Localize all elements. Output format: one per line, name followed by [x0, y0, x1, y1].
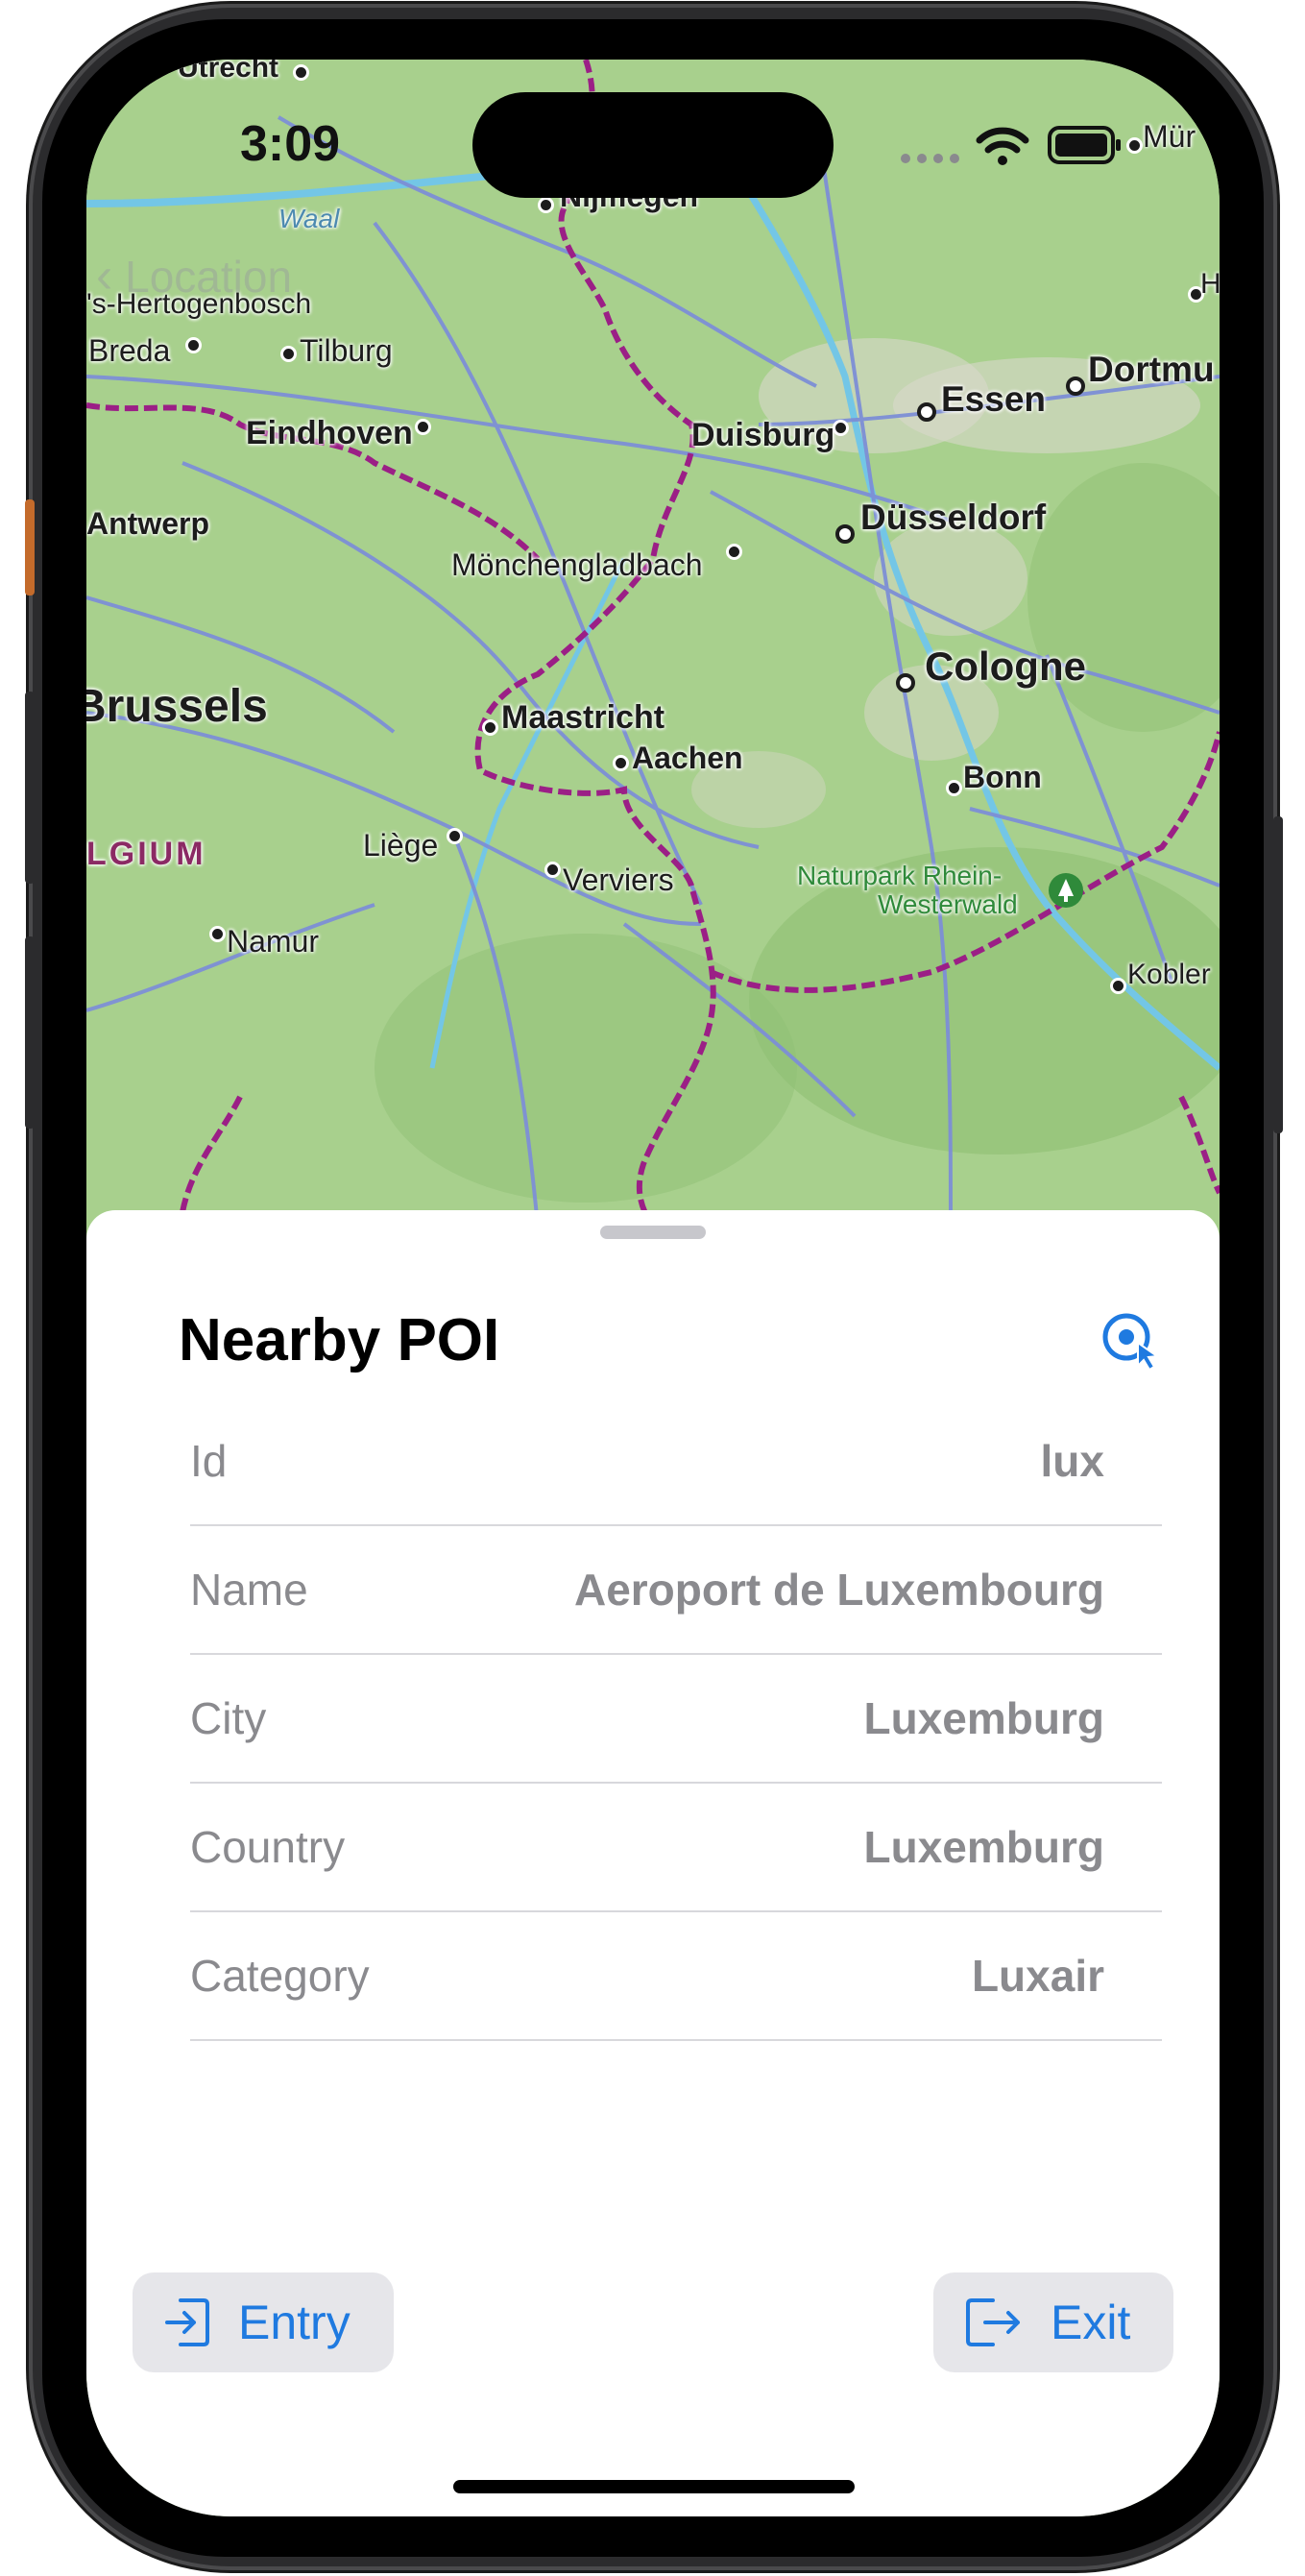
map-label: Kobler [1127, 959, 1211, 990]
poi-details-list: Id lux Name Aeroport de Luxembourg City … [190, 1397, 1162, 2041]
side-button [1273, 816, 1283, 1133]
bottom-sheet: Nearby POI Id lux Name Aeroport de Luxem… [86, 1210, 1220, 2516]
city-dot [544, 862, 561, 878]
city-dot [415, 419, 431, 435]
city-dot [538, 197, 554, 213]
city-dot [613, 755, 629, 771]
map-label: Duisburg [691, 417, 835, 453]
city-dot [293, 64, 309, 81]
map-label: Eindhoven [246, 415, 413, 451]
map-label: Bonn [963, 760, 1042, 794]
map-label: Verviers [563, 863, 674, 897]
map-label: Antwerp [86, 506, 209, 541]
map-label: Brussels [86, 681, 268, 732]
location-tap-icon[interactable] [1100, 1308, 1167, 1375]
map-label: H [1200, 268, 1220, 300]
map-label: Mönchengladbach [451, 547, 703, 582]
map-label: Westerwald [878, 889, 1018, 919]
detail-row-name: Name Aeroport de Luxembourg [190, 1526, 1162, 1655]
detail-row-country: Country Luxemburg [190, 1784, 1162, 1912]
map-label: Liège [363, 828, 439, 863]
map-label: Dortmu [1088, 350, 1215, 389]
city-dot [447, 828, 463, 844]
action-button [25, 499, 35, 595]
row-value: Luxair [971, 1951, 1104, 2001]
city-dot [946, 780, 962, 796]
map-label: Tilburg [300, 333, 393, 368]
map-label: Mür [1143, 119, 1196, 154]
city-dot [185, 337, 202, 353]
map-label: Naturpark Rhein- [797, 861, 1003, 890]
city-dot [482, 719, 498, 736]
screen: Utrecht Nijmegen Waal 's-Hertogenbosch B… [86, 60, 1220, 2516]
entry-button[interactable]: Entry [133, 2272, 394, 2372]
city-dot [209, 926, 226, 942]
map-label: Maastricht [501, 699, 665, 736]
row-label: Category [190, 1951, 370, 2001]
map-label: Namur [227, 924, 320, 959]
back-label: Location [125, 252, 293, 302]
cellular-signal-icon [901, 154, 959, 163]
map-view[interactable]: Utrecht Nijmegen Waal 's-Hertogenbosch B… [86, 60, 1220, 1227]
row-value: lux [1040, 1436, 1104, 1486]
back-button[interactable]: ‹ Location [96, 247, 292, 304]
map-label: Aachen [632, 741, 743, 775]
row-value: Luxemburg [863, 1693, 1104, 1743]
sheet-grabber[interactable] [600, 1226, 706, 1239]
status-time: 3:09 [240, 116, 341, 172]
row-value: Luxemburg [863, 1822, 1104, 1872]
exit-label: Exit [1051, 2296, 1131, 2349]
entry-label: Entry [238, 2296, 350, 2349]
row-label: Name [190, 1565, 308, 1615]
city-ring [1066, 377, 1085, 396]
map-label: Essen [941, 379, 1047, 419]
row-label: Id [190, 1436, 228, 1486]
city-ring [917, 402, 936, 422]
map-label: Utrecht [178, 60, 279, 84]
exit-icon [966, 2298, 1020, 2346]
detail-row-city: City Luxemburg [190, 1655, 1162, 1784]
detail-row-category: Category Luxair [190, 1912, 1162, 2041]
row-label: Country [190, 1822, 346, 1872]
detail-row-id: Id lux [190, 1397, 1162, 1526]
map-label: Breda [88, 333, 171, 368]
city-dot [280, 346, 297, 362]
row-value: Aeroport de Luxembourg [573, 1565, 1104, 1615]
city-ring [835, 524, 855, 544]
volume-down-button [25, 936, 35, 1129]
volume-up-button [25, 692, 35, 884]
city-ring [896, 673, 915, 693]
chevron-left-icon: ‹ [96, 248, 113, 304]
map-label: LGIUM [86, 836, 206, 872]
map-label: Cologne [925, 644, 1086, 689]
city-dot [726, 544, 742, 560]
park-icon [1049, 873, 1083, 908]
city-dot [833, 420, 849, 436]
entry-icon [165, 2298, 209, 2346]
city-dot [1126, 137, 1143, 154]
city-dot [1110, 978, 1126, 994]
home-indicator[interactable] [453, 2480, 855, 2493]
exit-button[interactable]: Exit [933, 2272, 1173, 2372]
sheet-title: Nearby POI [179, 1307, 500, 1373]
wifi-icon [976, 127, 1029, 165]
map-label: Düsseldorf [860, 498, 1047, 537]
dynamic-island [472, 92, 834, 198]
row-label: City [190, 1693, 267, 1743]
map-label: Waal [278, 204, 340, 233]
battery-icon [1048, 126, 1121, 164]
